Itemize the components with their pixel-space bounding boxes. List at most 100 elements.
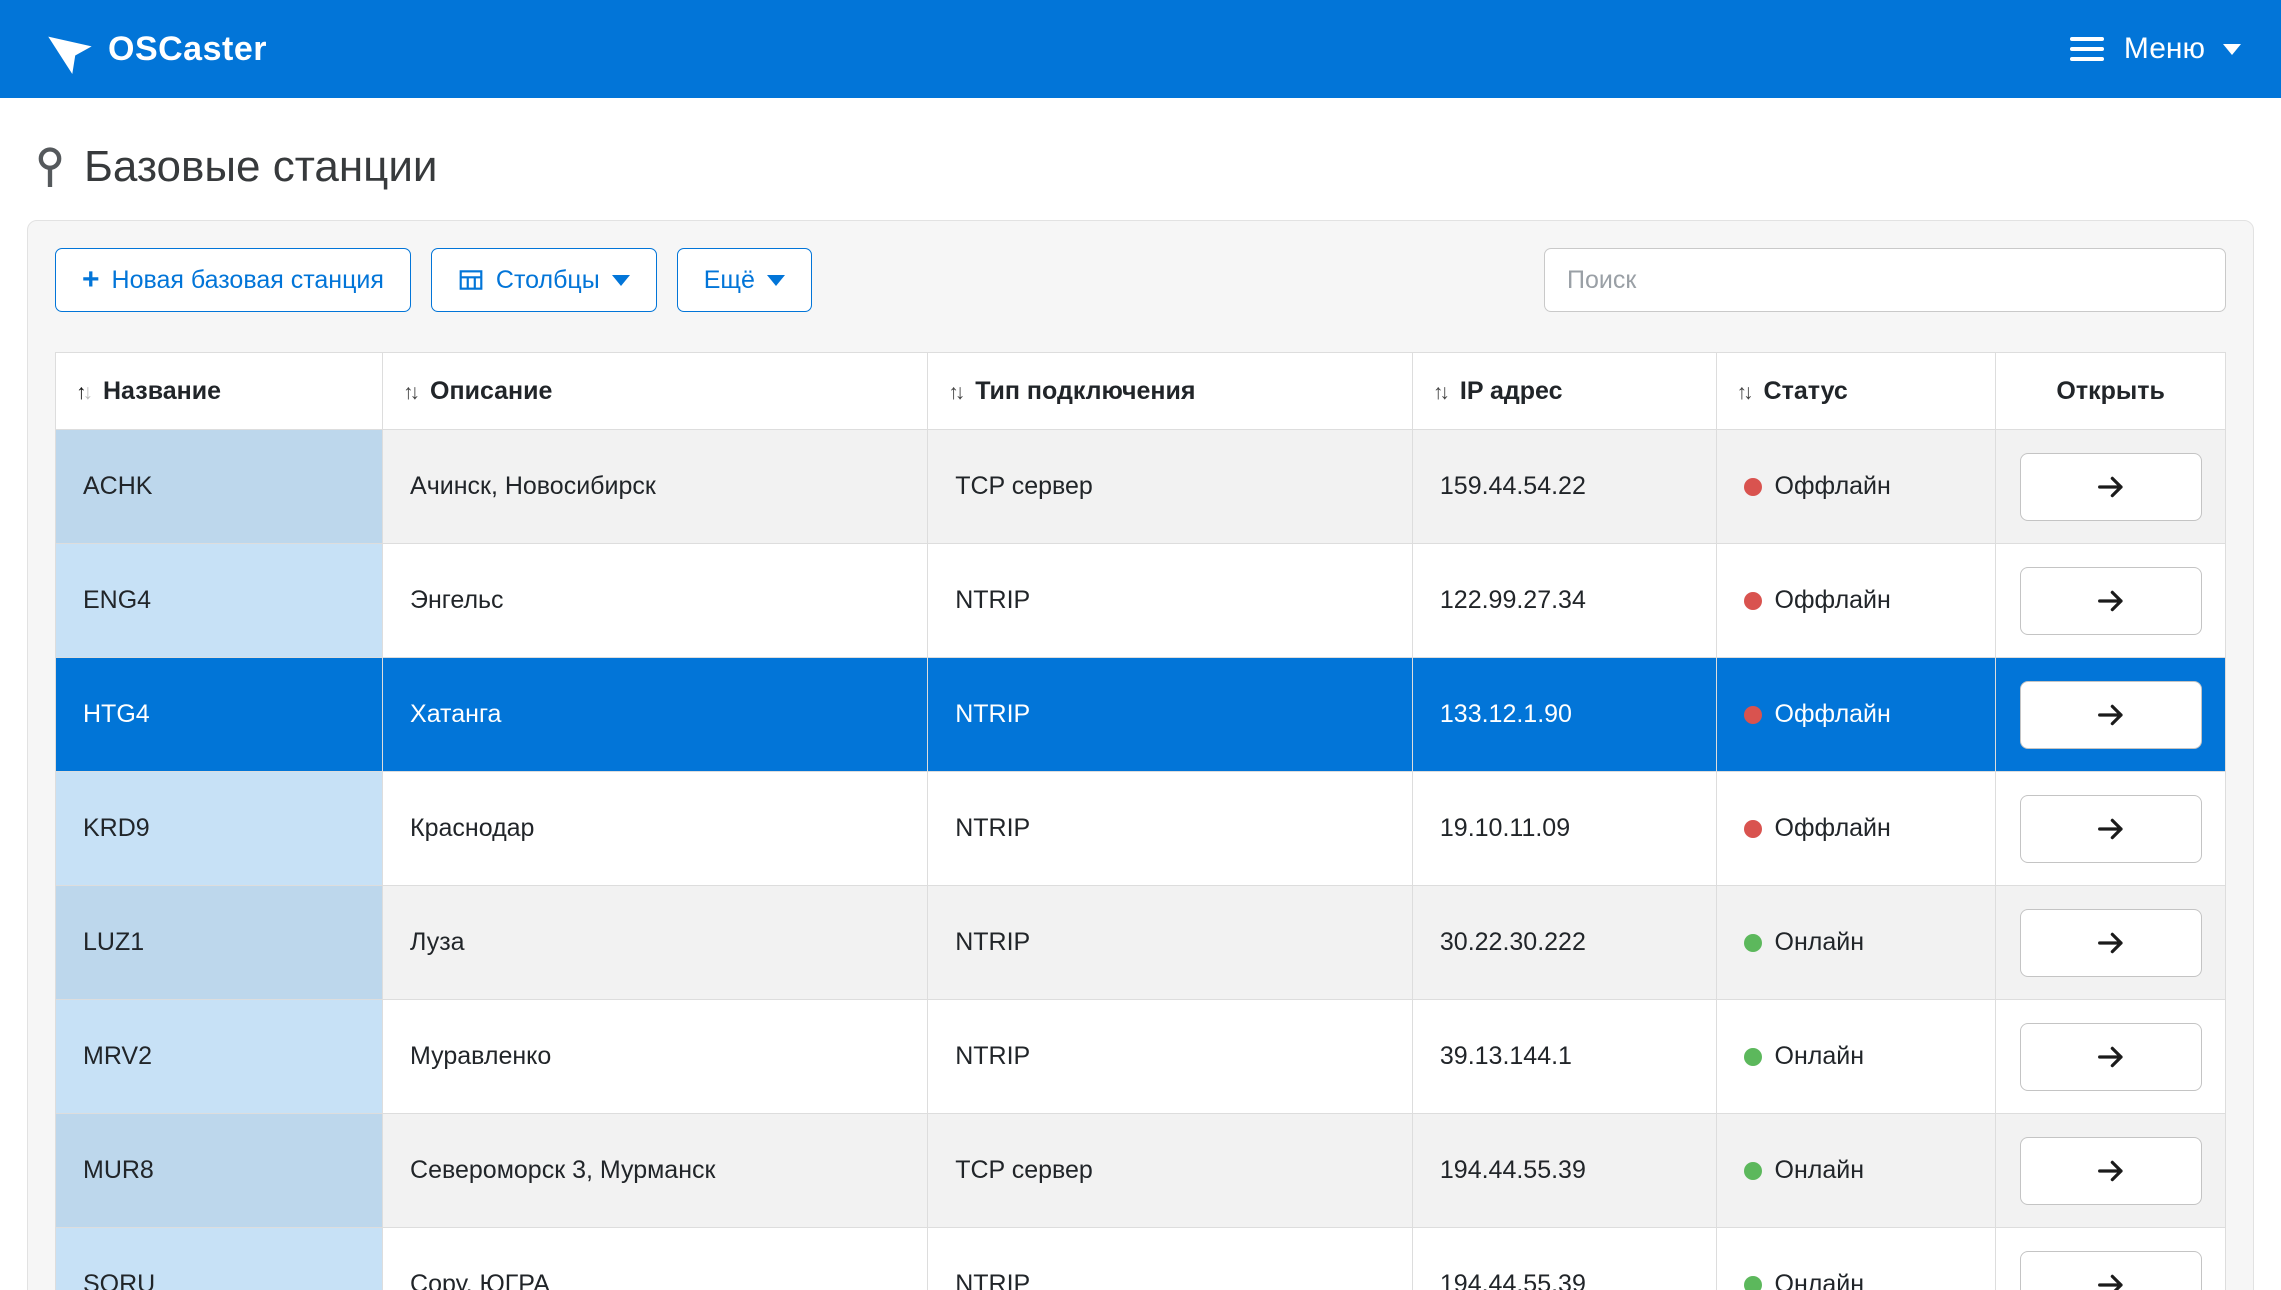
chevron-down-icon [767,275,785,286]
brand-label: OSCaster [108,30,267,69]
status-label: Оффлайн [1775,814,1891,842]
column-header-ip[interactable]: ↑↓ IP адрес [1412,353,1716,430]
cell-connection: NTRIP [928,1000,1413,1114]
menu-toggle[interactable]: Меню [2068,32,2241,66]
column-header-name[interactable]: ↑↓ Название [56,353,383,430]
brand[interactable]: OSCaster [40,23,267,75]
status-label: Оффлайн [1775,472,1891,500]
sort-icon: ↑↓ [948,381,965,404]
columns-label: Столбцы [496,266,600,295]
status-dot [1744,478,1762,496]
open-station-button[interactable] [2020,681,2202,749]
arrow-right-icon [2095,813,2127,845]
open-station-button[interactable] [2020,1023,2202,1091]
cell-ip: 133.12.1.90 [1412,658,1716,772]
cell-name: LUZ1 [56,886,383,1000]
page-title-label: Базовые станции [84,142,437,192]
columns-button[interactable]: Столбцы [431,248,657,312]
cell-status: Онлайн [1716,1228,1996,1290]
status-dot [1744,592,1762,610]
page-title: Базовые станции [30,142,2281,192]
status-label: Оффлайн [1775,586,1891,614]
status-dot [1744,1162,1762,1180]
cell-ip: 122.99.27.34 [1412,544,1716,658]
cell-name: ACHK [56,430,383,544]
table-row[interactable]: MUR8 Североморск 3, Мурманск TCP сервер … [56,1114,2226,1228]
status-dot [1744,934,1762,952]
open-station-button[interactable] [2020,1251,2202,1290]
cell-status: Оффлайн [1716,658,1996,772]
toolbar-buttons: + Новая базовая станция Столбцы Ещё [55,248,812,312]
arrow-right-icon [2095,1269,2127,1290]
column-label: Тип подключения [975,377,1195,405]
cell-name: SORU [56,1228,383,1290]
plus-icon: + [82,265,100,295]
open-station-button[interactable] [2020,453,2202,521]
table-row[interactable]: HTG4 Хатанга NTRIP 133.12.1.90 Оффлайн [56,658,2226,772]
open-station-button[interactable] [2020,909,2202,977]
table-row[interactable]: MRV2 Муравленко NTRIP 39.13.144.1 Онлайн [56,1000,2226,1114]
cell-description: Сору, ЮГРА [383,1228,928,1290]
column-label: Название [103,377,221,405]
open-station-button[interactable] [2020,567,2202,635]
search-input[interactable] [1544,248,2226,312]
cell-open [1996,772,2226,886]
sort-icon: ↑↓ [403,381,420,404]
table-row[interactable]: ENG4 Энгельс NTRIP 122.99.27.34 Оффлайн [56,544,2226,658]
chevron-down-icon [2223,44,2241,55]
main-content: Базовые станции + Новая базовая станция … [0,142,2281,1290]
cell-status: Онлайн [1716,886,1996,1000]
arrow-right-icon [2095,927,2127,959]
status-label: Онлайн [1775,928,1865,956]
status-label: Оффлайн [1775,700,1891,728]
cell-ip: 159.44.54.22 [1412,430,1716,544]
cell-name: ENG4 [56,544,383,658]
table-row[interactable]: SORU Сору, ЮГРА NTRIP 194.44.55.39 Онлай… [56,1228,2226,1290]
table-row[interactable]: KRD9 Краснодар NTRIP 19.10.11.09 Оффлайн [56,772,2226,886]
arrow-right-icon [2095,471,2127,503]
menu-label: Меню [2124,32,2205,66]
cell-ip: 19.10.11.09 [1412,772,1716,886]
table-row[interactable]: ACHK Ачинск, Новосибирск TCP сервер 159.… [56,430,2226,544]
cell-description: Краснодар [383,772,928,886]
column-label: Открыть [2056,377,2164,405]
cell-description: Североморск 3, Мурманск [383,1114,928,1228]
status-label: Онлайн [1775,1156,1865,1184]
status-label: Онлайн [1775,1042,1865,1070]
sort-icon: ↑↓ [76,381,93,404]
navbar: OSCaster Меню [0,0,2281,98]
new-station-button[interactable]: + Новая базовая станция [55,248,411,312]
more-button[interactable]: Ещё [677,248,812,312]
cell-connection: TCP сервер [928,430,1413,544]
arrow-right-icon [2095,1155,2127,1187]
cell-open [1996,544,2226,658]
cell-status: Онлайн [1716,1114,1996,1228]
column-header-description[interactable]: ↑↓ Описание [383,353,928,430]
table-row[interactable]: LUZ1 Луза NTRIP 30.22.30.222 Онлайн [56,886,2226,1000]
cell-ip: 30.22.30.222 [1412,886,1716,1000]
cell-open [1996,1114,2226,1228]
open-station-button[interactable] [2020,795,2202,863]
open-station-button[interactable] [2020,1137,2202,1205]
cell-description: Луза [383,886,928,1000]
cell-open [1996,430,2226,544]
column-header-status[interactable]: ↑↓Статус [1716,353,1996,430]
stations-table-body: ACHK Ачинск, Новосибирск TCP сервер 159.… [56,430,2226,1290]
table-header-row: ↑↓ Название ↑↓ Описание ↑↓ Тип подключения ↑↓ I… [56,353,2226,430]
arrow-right-icon [2095,1041,2127,1073]
cell-name: KRD9 [56,772,383,886]
cell-connection: NTRIP [928,658,1413,772]
cell-open [1996,658,2226,772]
column-label: IP адрес [1460,377,1563,405]
cell-ip: 39.13.144.1 [1412,1000,1716,1114]
column-label: Описание [430,377,552,405]
status-label: Онлайн [1775,1270,1865,1290]
sort-icon: ↑↓ [1433,381,1450,404]
cell-description: Муравленко [383,1000,928,1114]
more-label: Ещё [704,266,755,295]
arrow-right-icon [2095,699,2127,731]
column-header-connection[interactable]: ↑↓ Тип подключения [928,353,1413,430]
column-header-open: Открыть [1996,353,2226,430]
status-dot [1744,1048,1762,1066]
toolbar: + Новая базовая станция Столбцы Ещё [55,248,2226,312]
